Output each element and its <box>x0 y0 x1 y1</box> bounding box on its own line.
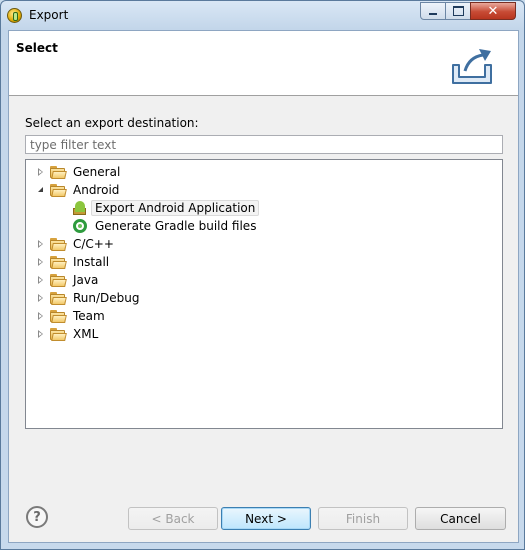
folder-icon <box>50 255 67 269</box>
export-wizard-icon <box>452 49 492 84</box>
tree-item-label: Team <box>73 309 105 323</box>
tree-item-install[interactable]: Install <box>36 253 112 271</box>
tree-item-label: Install <box>73 255 110 269</box>
page-title: Select <box>16 41 58 55</box>
dialog-client-area: Select Select an export destination: Gen… <box>8 30 519 543</box>
tree-item-java[interactable]: Java <box>36 271 101 289</box>
title-bar[interactable]: Export ✕ <box>1 1 524 29</box>
expand-arrow-icon[interactable] <box>36 167 46 177</box>
folder-icon <box>50 237 67 251</box>
help-icon[interactable]: ? <box>26 506 48 528</box>
cancel-button[interactable]: Cancel <box>415 507 506 530</box>
back-button[interactable]: < Back <box>128 507 218 530</box>
expand-arrow-icon[interactable] <box>36 311 46 321</box>
next-button[interactable]: Next > <box>221 507 311 530</box>
folder-icon <box>50 309 67 323</box>
wizard-banner: Select <box>9 31 518 96</box>
maximize-button[interactable] <box>445 2 471 20</box>
expand-arrow-icon[interactable] <box>36 257 46 267</box>
tree-item-android[interactable]: Android <box>36 181 122 199</box>
maximize-icon <box>452 6 464 16</box>
tree-item-label: Export Android Application <box>91 200 260 216</box>
window-title: Export <box>29 8 69 22</box>
minimize-icon <box>429 13 437 15</box>
tree-item-general[interactable]: General <box>36 163 123 181</box>
tree-item-label: C/C++ <box>73 237 114 251</box>
folder-icon <box>50 273 67 287</box>
eclipse-app-icon <box>7 8 22 23</box>
tree-item-label: Java <box>73 273 99 287</box>
folder-icon <box>50 165 67 179</box>
minimize-button[interactable] <box>420 2 446 20</box>
filter-input[interactable] <box>25 135 503 154</box>
collapse-arrow-icon[interactable] <box>36 185 46 195</box>
export-dialog-window: Export ✕ Select Select an export destina… <box>0 0 525 550</box>
folder-icon <box>50 291 67 305</box>
finish-button[interactable]: Finish <box>318 507 408 530</box>
close-button[interactable]: ✕ <box>470 2 516 20</box>
tree-item-export-android-application[interactable]: Export Android Application <box>72 199 260 217</box>
android-export-icon <box>72 200 88 216</box>
tree-item-xml[interactable]: XML <box>36 325 101 343</box>
tree-item-label: Android <box>73 183 120 197</box>
tree-item-label: Run/Debug <box>73 291 140 305</box>
tree-item-label: General <box>73 165 121 179</box>
expand-arrow-icon[interactable] <box>36 293 46 303</box>
tree-item-label: Generate Gradle build files <box>95 219 257 233</box>
tree-item-run-debug[interactable]: Run/Debug <box>36 289 143 307</box>
folder-open-icon <box>50 183 67 197</box>
folder-icon <box>50 327 67 341</box>
expand-arrow-icon[interactable] <box>36 239 46 249</box>
tree-item-label: XML <box>73 327 99 341</box>
tree-item-team[interactable]: Team <box>36 307 108 325</box>
tree-item-cpp[interactable]: C/C++ <box>36 235 117 253</box>
export-destination-label: Select an export destination: <box>25 116 199 130</box>
tree-item-generate-gradle[interactable]: Generate Gradle build files <box>72 217 259 235</box>
expand-arrow-icon[interactable] <box>36 329 46 339</box>
gradle-icon <box>73 219 87 233</box>
close-icon: ✕ <box>487 3 499 19</box>
export-wizard-tree[interactable]: General Android Export Android Applicati… <box>25 159 503 429</box>
expand-arrow-icon[interactable] <box>36 275 46 285</box>
